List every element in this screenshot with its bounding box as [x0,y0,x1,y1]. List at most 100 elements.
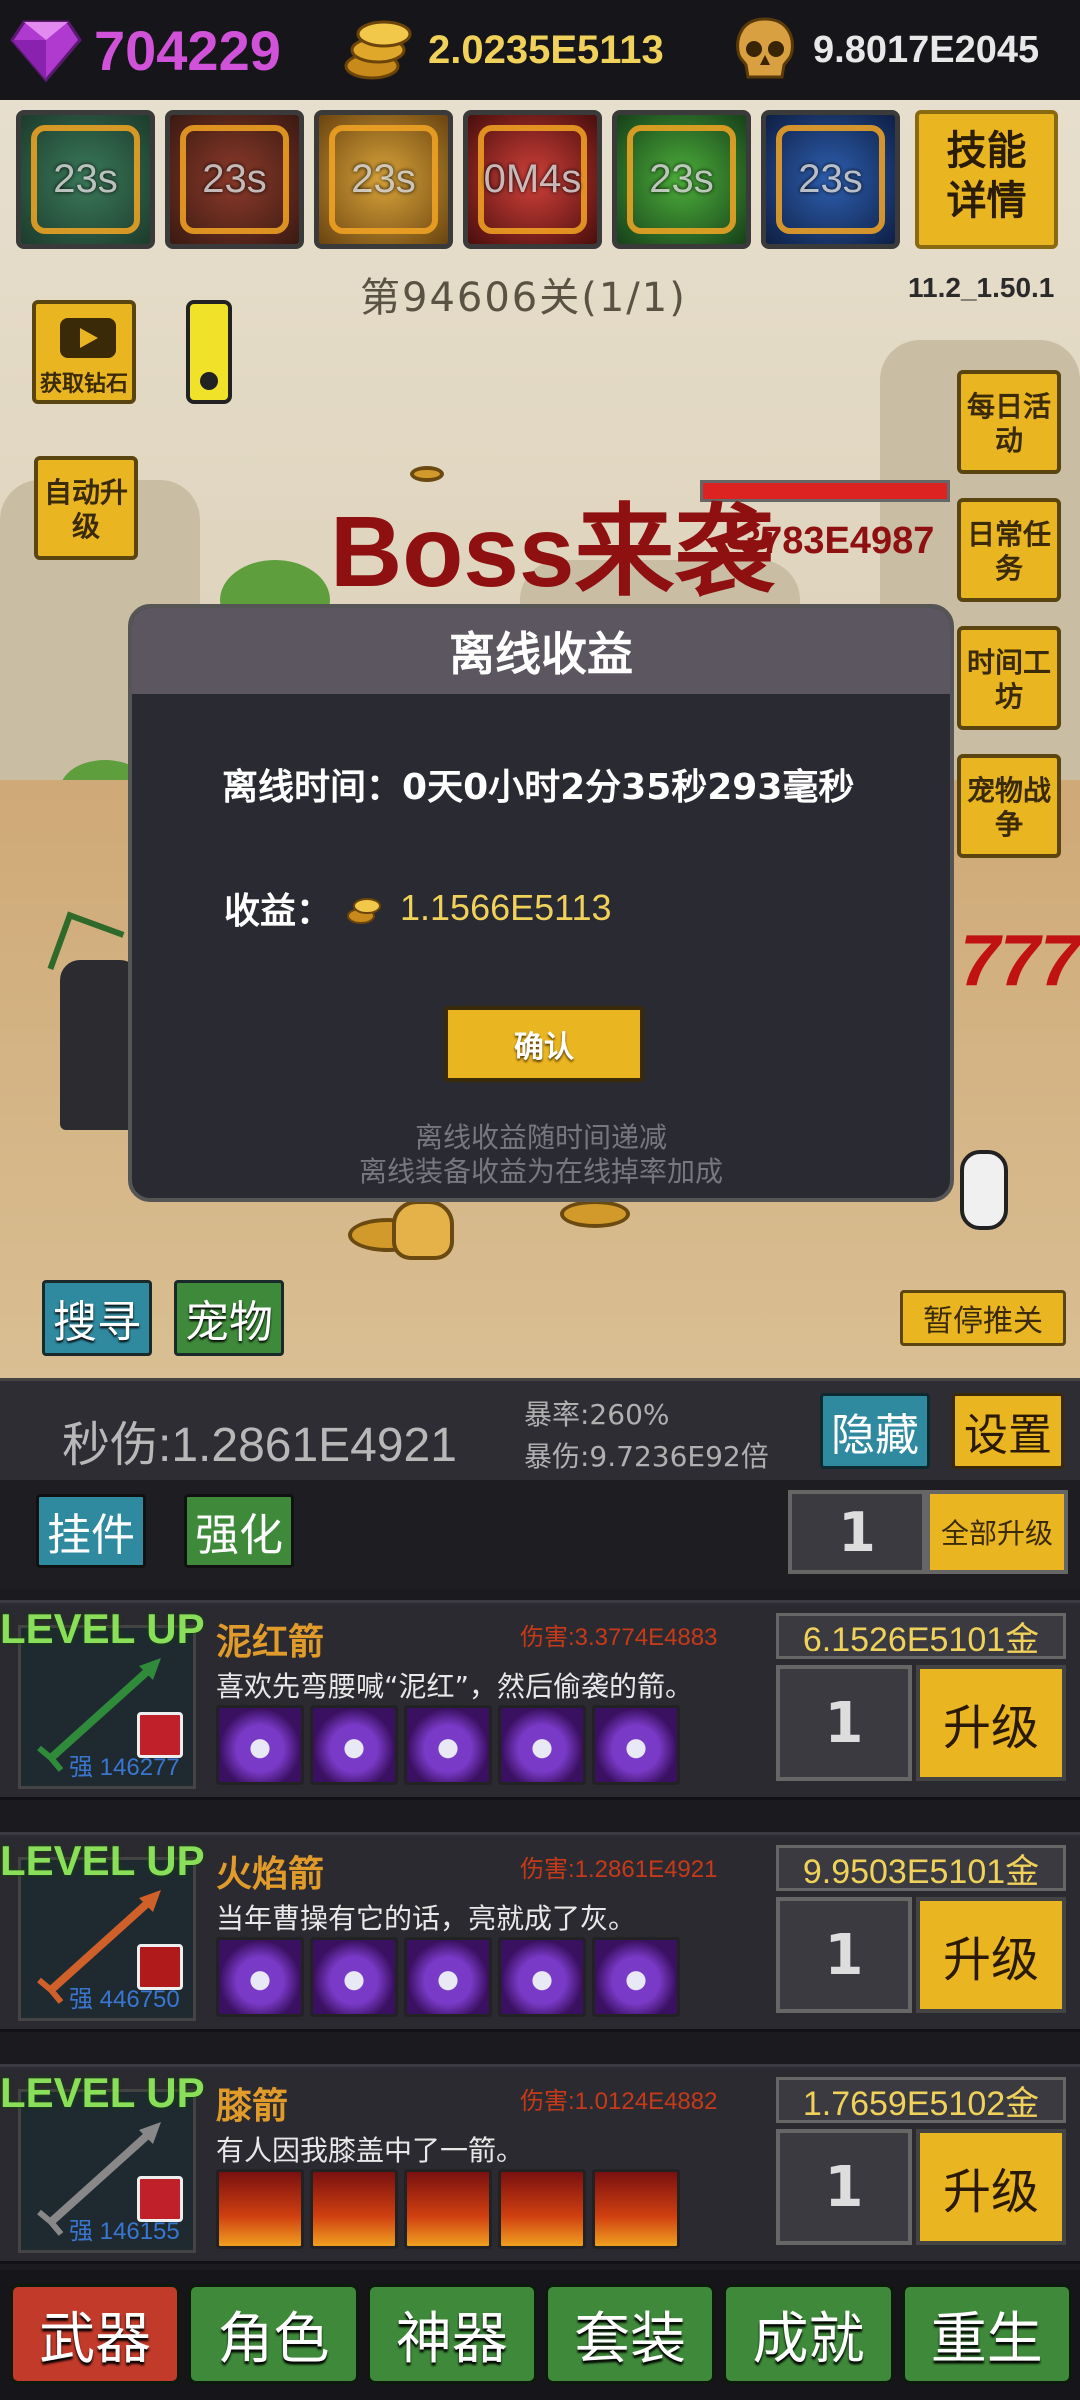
income-label: 收益： [224,891,333,932]
yin-yang-slot-icon[interactable] [310,1705,398,1785]
skill-3-button[interactable]: 23s [314,110,453,249]
skull-value: 9.8017E2045 [813,28,1040,71]
skill-cooldown: 23s [202,157,267,201]
hide-button[interactable]: 隐藏 [820,1393,930,1469]
yin-yang-slot-icon[interactable] [310,1937,398,2017]
offline-time-row: 离线时间：0天0小时2分35秒293毫秒 [222,758,854,810]
time-workshop-button[interactable]: 时间工坊 [957,626,1061,730]
fire-arrow-slot-icon[interactable] [498,2169,586,2249]
skill-1-button[interactable]: 23s [16,110,155,249]
dialog-note-2: 离线装备收益为在线掉率加成 [358,1155,723,1188]
gem-slots [216,1705,680,1785]
upgrade-button[interactable]: 升级 [916,1897,1066,2013]
video-camera-icon [60,318,116,358]
fire-arrow-slot-icon[interactable] [216,2169,304,2249]
boss-banner: Boss来袭 [330,496,775,608]
weapon-damage: 伤害:1.0124E4882 [520,2088,718,2115]
auto-upgrade-button[interactable]: 自动升级 [34,456,138,560]
offline-earnings-dialog: 离线收益 离线时间：0天0小时2分35秒293毫秒 收益： 1.1566E511… [128,604,954,1202]
dialog-title: 离线收益 [449,627,633,681]
coin-drop-icon [410,466,444,482]
skill-cooldown: 23s [53,157,118,201]
dps-value: 秒伤:1.2861E4921 [62,1419,457,1472]
enhance-level: 强 446750 [69,1986,180,2013]
tab-pendant[interactable]: 挂件 [36,1494,146,1568]
pause-progress-button[interactable]: 暂停推关 [900,1290,1066,1346]
enhance-level: 强 146155 [69,2218,180,2245]
yin-yang-slot-icon[interactable] [216,1705,304,1785]
yin-yang-slot-icon[interactable] [498,1937,586,2017]
crit-damage: 暴伤:9.7236E92倍 [524,1440,769,1473]
upgrade-quantity-field[interactable]: 1 [776,1665,912,1781]
dialog-header: 离线收益 [132,608,950,694]
daily-task-button[interactable]: 日常任务 [957,498,1061,602]
nav-rebirth[interactable]: 重生 [901,2284,1072,2384]
weapon-description: 当年曹操有它的话，亮就成了灰。 [216,1902,637,1935]
offline-time-value: 0天0小时2分35秒293毫秒 [402,767,855,808]
upgrade-button[interactable]: 升级 [916,1665,1066,1781]
resource-bar: 704229 2.0235E5113 9.8017E2045 [0,0,1080,100]
boss-hp-value: 3783E4987 [740,520,935,562]
upgrade-quantity-field[interactable]: 1 [776,1897,912,2013]
upgrade-quantity-field[interactable]: 1 [776,2129,912,2245]
fire-arrow-slot-icon[interactable] [310,2169,398,2249]
fire-arrow-slot-icon[interactable] [404,2169,492,2249]
fire-arrow-slot-icon[interactable] [592,2169,680,2249]
skill-cooldown: 23s [351,157,416,201]
upgrade-button[interactable]: 升级 [916,2129,1066,2245]
nav-artifact[interactable]: 神器 [366,2284,537,2384]
skill-5-button[interactable]: 23s [612,110,751,249]
gem-slots [216,2169,680,2249]
yin-yang-slot-icon[interactable] [216,1937,304,2017]
get-diamonds-label: 获取钻石 [39,372,128,397]
exclamation-icon[interactable] [186,300,232,404]
weapon-name: 火焰箭 [216,1854,325,1895]
diamond-icon [6,10,86,90]
daily-event-button[interactable]: 每日活动 [957,370,1061,474]
skill-detail-button[interactable]: 技能详情 [915,110,1058,249]
enhance-level: 强 146277 [69,1754,180,1781]
weapon-description: 喜欢先弯腰喊“泥红”，然后偷袭的箭。 [216,1670,694,1703]
coin-drop-icon [560,1200,630,1228]
skill-6-button[interactable]: 23s [761,110,900,249]
nav-set[interactable]: 套装 [544,2284,716,2384]
version-label: 11.2_1.50.1 [908,272,1055,303]
yin-yang-slot-icon[interactable] [404,1937,492,2017]
diamond-value: 704229 [94,18,281,82]
nav-weapons[interactable]: 武器 [10,2284,181,2384]
gold-counter: 2.0235E5113 [340,8,664,92]
yin-yang-slot-icon[interactable] [592,1937,680,2017]
skill-2-button[interactable]: 23s [165,110,304,249]
confirm-button[interactable]: 确认 [444,1006,644,1082]
yin-yang-slot-icon[interactable] [592,1705,680,1785]
diamond-counter: 704229 [6,8,281,92]
get-diamonds-button[interactable]: 获取钻石 [32,300,136,404]
upgrade-all-button[interactable]: 全部升级 [926,1490,1068,1574]
level-up-label: LEVEL UP [0,1837,205,1884]
weapon-name: 泥红箭 [216,1622,325,1663]
upgrade-price: 6.1526E5101金 [776,1613,1066,1659]
skill-4-button[interactable]: 0M4s [463,110,602,249]
skill-cooldown: 23s [798,157,863,201]
weapon-row: 强 446750 LEVEL UP 火焰箭 伤害:1.2861E4921 当年曹… [0,1832,1080,2032]
crit-rate: 暴率:260% [524,1398,670,1431]
weapon-description: 有人因我膝盖中了一箭。 [216,2134,525,2167]
nav-character[interactable]: 角色 [188,2284,359,2384]
offline-time-label: 离线时间： [222,767,403,808]
yin-yang-slot-icon[interactable] [498,1705,586,1785]
pet-button[interactable]: 宠物 [174,1280,284,1356]
upgrade-quantity-field[interactable]: 1 [788,1490,926,1574]
settings-button[interactable]: 设置 [952,1393,1064,1469]
pet-war-button[interactable]: 宠物战争 [957,754,1061,858]
weapon-row: 强 146277 LEVEL UP 泥红箭 伤害:3.3774E4883 喜欢先… [0,1600,1080,1800]
weapon-row: 强 146155 LEVEL UP 膝箭 伤害:1.0124E4882 有人因我… [0,2064,1080,2264]
tab-enhance[interactable]: 强化 [184,1494,294,1568]
search-button[interactable]: 搜寻 [42,1280,152,1356]
weapon-name: 膝箭 [216,2086,289,2127]
bottom-nav: 武器 角色 神器 套装 成就 重生 [0,2270,1080,2400]
gold-value: 2.0235E5113 [428,27,664,72]
yin-yang-slot-icon[interactable] [404,1705,492,1785]
nav-achievement[interactable]: 成就 [723,2284,894,2384]
skull-icon [725,10,805,90]
skull-counter: 9.8017E2045 [725,8,1039,92]
